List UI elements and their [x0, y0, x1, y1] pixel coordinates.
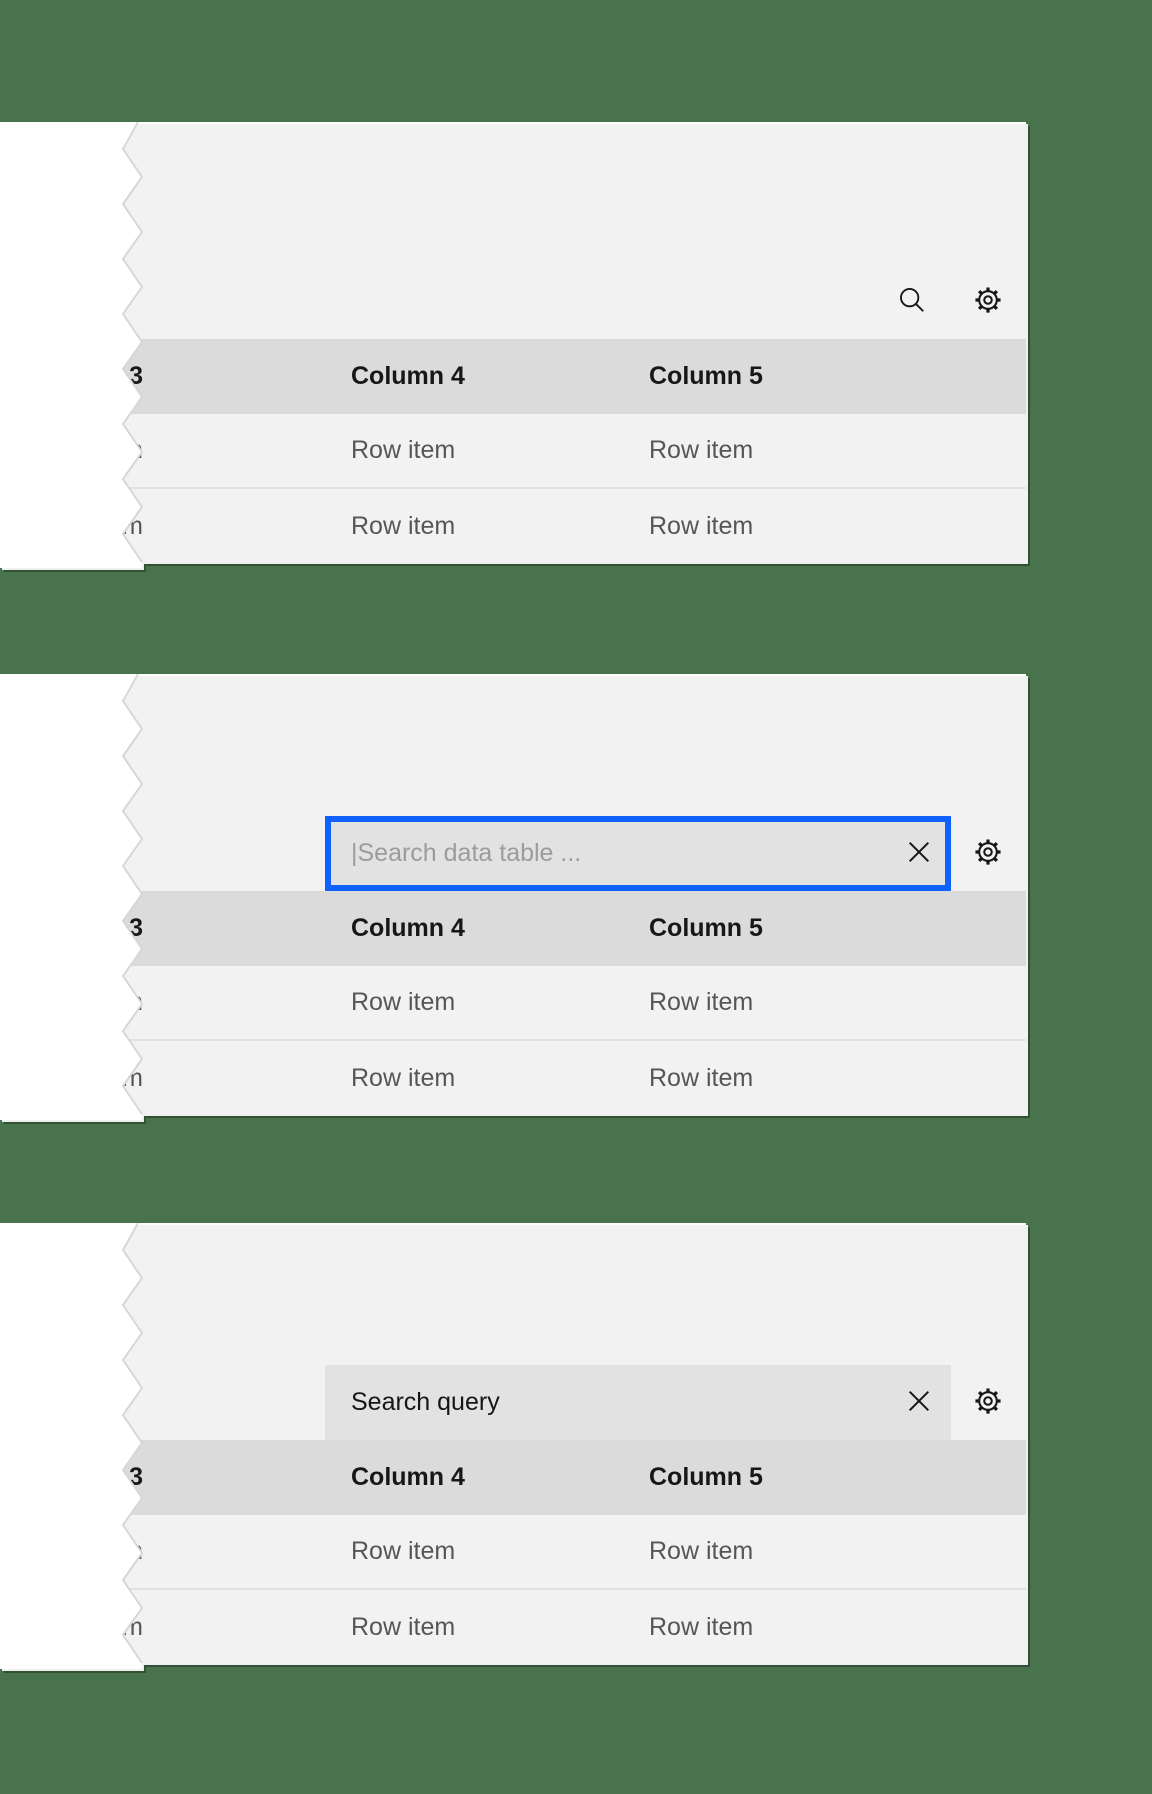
table-toolbar — [123, 676, 1026, 891]
clear-search-button[interactable] — [905, 840, 933, 868]
table-cell: Row item — [351, 1064, 456, 1092]
header-cell-column-5: Column 5 — [649, 362, 763, 390]
data-table-panel: Column 3 Column 4 Column 5 Row item Row … — [123, 122, 1026, 562]
table-header-row: Column 3 Column 4 Column 5 — [123, 339, 1026, 414]
table-cell: Row item — [351, 1537, 456, 1565]
close-icon — [905, 838, 933, 869]
data-table-card-search-collapsed: Column 3 Column 4 Column 5 Row item Row … — [0, 122, 1032, 570]
search-icon — [897, 285, 927, 318]
table-row: Row item Row item Row item — [123, 966, 1026, 1041]
table-cell: Row item — [649, 1613, 754, 1641]
search-input[interactable] — [351, 1388, 905, 1417]
table-cell: Row item — [351, 512, 456, 540]
header-cell-column-4: Column 4 — [351, 1463, 465, 1491]
header-cell-column-4: Column 4 — [351, 362, 465, 390]
header-cell-column-5: Column 5 — [649, 914, 763, 942]
table-row: Row item Row item Row item — [123, 1041, 1026, 1114]
header-cell-column-5: Column 5 — [649, 1463, 763, 1491]
table-row: Row item Row item Row item — [123, 1590, 1026, 1663]
gear-icon — [973, 285, 1003, 318]
table-header-row: Column 3 Column 4 Column 5 — [123, 1440, 1026, 1515]
header-cell-column-4: Column 4 — [351, 914, 465, 942]
clear-search-button[interactable] — [905, 1389, 933, 1417]
table-cell: Row item — [649, 1537, 754, 1565]
table-header-row: Column 3 Column 4 Column 5 — [123, 891, 1026, 966]
table-toolbar — [123, 124, 1026, 339]
data-table-panel: Column 3 Column 4 Column 5 Row item Row … — [123, 674, 1026, 1114]
page-background: Column 3 Column 4 Column 5 Row item Row … — [0, 0, 1152, 1794]
gear-icon — [973, 1386, 1003, 1419]
close-icon — [905, 1387, 933, 1418]
table-row: Row item Row item Row item — [123, 489, 1026, 562]
data-table-card-search-focused: Column 3 Column 4 Column 5 Row item Row … — [0, 674, 1032, 1122]
data-table-panel: Column 3 Column 4 Column 5 Row item Row … — [123, 1223, 1026, 1663]
table-cell: Row item — [649, 436, 754, 464]
table-row: Row item Row item Row item — [123, 414, 1026, 489]
gear-icon — [973, 837, 1003, 870]
data-table-card-search-populated: Column 3 Column 4 Column 5 Row item Row … — [0, 1223, 1032, 1671]
search-input[interactable] — [351, 839, 905, 868]
table-row: Row item Row item Row item — [123, 1515, 1026, 1590]
table-cell: Row item — [649, 1064, 754, 1092]
search-button[interactable] — [897, 286, 927, 316]
torn-sheet — [0, 122, 142, 568]
table-cell: Row item — [649, 512, 754, 540]
settings-button[interactable] — [973, 838, 1003, 868]
settings-button[interactable] — [973, 1387, 1003, 1417]
table-toolbar — [123, 1225, 1026, 1440]
table-cell: Row item — [351, 1613, 456, 1641]
table-cell: Row item — [649, 988, 754, 1016]
torn-sheet — [0, 674, 142, 1120]
search-field-populated[interactable] — [325, 1365, 951, 1440]
settings-button[interactable] — [973, 286, 1003, 316]
table-cell: Row item — [351, 436, 456, 464]
search-field-focused[interactable] — [325, 816, 951, 891]
torn-sheet — [0, 1223, 142, 1669]
table-cell: Row item — [351, 988, 456, 1016]
